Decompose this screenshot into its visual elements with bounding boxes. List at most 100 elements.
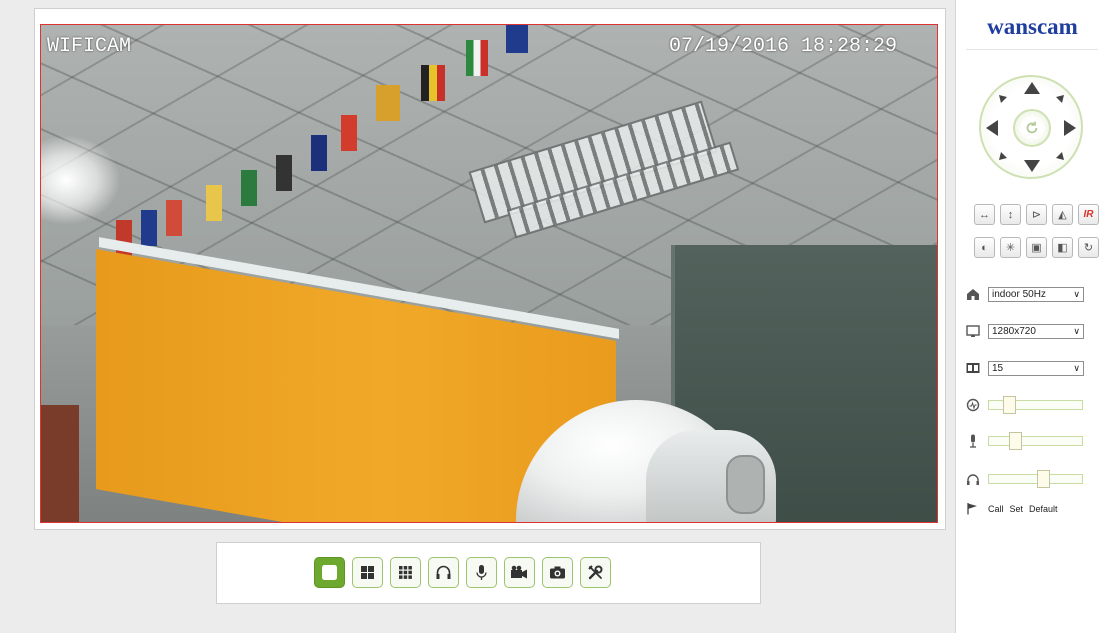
- snapshot-button[interactable]: [542, 557, 573, 588]
- preset-set-link[interactable]: Set: [1010, 504, 1024, 514]
- film-icon: [966, 361, 980, 375]
- chevron-down-icon: ∨: [1073, 288, 1080, 299]
- brightness-slider[interactable]: [988, 396, 1083, 414]
- refresh-icon: [1026, 121, 1038, 134]
- horizontal-arrows-icon: ↔: [979, 208, 990, 221]
- reset-button[interactable]: ↻: [1078, 237, 1099, 258]
- ir-button[interactable]: IR: [1078, 204, 1099, 225]
- single-view-button[interactable]: [314, 557, 345, 588]
- mic-row: [966, 432, 1101, 450]
- chevron-down-icon: ∨: [1073, 362, 1080, 373]
- camera-icon: [550, 566, 565, 579]
- speaker-slider-thumb[interactable]: [1037, 470, 1050, 488]
- mirror-horizontal-button[interactable]: ↔: [974, 204, 995, 225]
- ptz-up-left-arrow[interactable]: [998, 94, 1008, 104]
- grid-9-icon: [399, 566, 412, 579]
- home-icon: [966, 287, 980, 301]
- preset-row: Call Set Default: [966, 502, 1058, 515]
- fps-row: 15 ∨: [966, 359, 1101, 377]
- ptz-up-arrow[interactable]: [1023, 81, 1041, 95]
- video-flag: [421, 65, 445, 101]
- fps-select-value: 15: [992, 362, 1004, 374]
- picture-icon: ▣: [1031, 242, 1042, 254]
- reset-icon: ↻: [1083, 242, 1094, 254]
- gauge-icon: [966, 398, 980, 412]
- settings-button[interactable]: [580, 557, 611, 588]
- patrol-icon: ⊳: [1031, 209, 1042, 221]
- vertical-arrows-icon: ↕: [1007, 208, 1014, 221]
- mode-select[interactable]: indoor 50Hz ∨: [988, 286, 1084, 302]
- four-view-button[interactable]: [352, 557, 383, 588]
- ptz-left-arrow[interactable]: [985, 119, 999, 137]
- video-flag: [141, 210, 157, 246]
- mirror-icon: ◭: [1058, 209, 1067, 221]
- image-controls-row-2: ◐ ✳ ▣ ◧ ↻: [974, 237, 1099, 258]
- image-controls-row-1: ↔ ↕ ⊳ ◭ IR: [974, 204, 1099, 225]
- speaker-row: [966, 470, 1101, 488]
- flag-icon: [967, 503, 977, 515]
- mic-volume-slider[interactable]: [988, 432, 1083, 450]
- speaker-volume-slider[interactable]: [988, 470, 1083, 488]
- video-flag: [276, 155, 292, 191]
- video-flag: [241, 170, 257, 206]
- headphones-icon: [966, 472, 980, 486]
- live-video[interactable]: WIFICAM 07/19/2016 18:28:29: [40, 24, 938, 523]
- mirror-button[interactable]: ◭: [1052, 204, 1073, 225]
- ir-label: IR: [1083, 209, 1094, 220]
- mode-select-value: indoor 50Hz: [992, 288, 1046, 300]
- ptz-right-arrow[interactable]: [1063, 119, 1077, 137]
- nine-view-button[interactable]: [390, 557, 421, 588]
- resolution-select-value: 1280x720: [992, 325, 1036, 337]
- video-light: [41, 135, 121, 225]
- resolution-row: 1280x720 ∨: [966, 322, 1101, 340]
- ptz-control: [979, 75, 1083, 179]
- saturation-icon: ◧: [1057, 242, 1068, 254]
- microphone-icon: [476, 565, 487, 580]
- monitor-icon: [966, 324, 980, 338]
- osd-datetime: 07/19/2016 18:28:29: [668, 35, 897, 58]
- talk-button[interactable]: [466, 557, 497, 588]
- control-sidebar: wanscam ↔ ↕ ⊳ ◭ IR ◐ ✳ ▣ ◧ ↻ indoor 50Hz…: [955, 0, 1108, 633]
- preset-default-link[interactable]: Default: [1029, 504, 1058, 514]
- ptz-down-arrow[interactable]: [1023, 159, 1041, 173]
- video-camera-icon: [511, 565, 527, 579]
- saturation-button[interactable]: ◧: [1052, 237, 1073, 258]
- mode-row: indoor 50Hz ∨: [966, 285, 1101, 303]
- contrast-button[interactable]: ◐: [974, 237, 995, 258]
- tools-icon: [588, 565, 603, 580]
- record-button[interactable]: [504, 557, 535, 588]
- osd-camera-name: WIFICAM: [47, 35, 132, 58]
- video-flag: [166, 200, 182, 236]
- headphones-icon: [436, 565, 451, 579]
- sun-icon: ✳: [1005, 242, 1016, 254]
- fps-select[interactable]: 15 ∨: [988, 360, 1084, 376]
- audio-button[interactable]: [428, 557, 459, 588]
- view-toolbar: [216, 542, 761, 604]
- flip-vertical-button[interactable]: ↕: [1000, 204, 1021, 225]
- ptz-down-right-arrow[interactable]: [1055, 151, 1065, 161]
- brightness-row: [966, 396, 1101, 414]
- microphone-icon: [966, 434, 980, 448]
- mic-slider-thumb[interactable]: [1009, 432, 1022, 450]
- brightness-slider-thumb[interactable]: [1003, 396, 1016, 414]
- video-flag: [311, 135, 327, 171]
- video-flag: [466, 40, 488, 76]
- preset-call-link[interactable]: Call: [988, 504, 1004, 514]
- square-icon: [322, 565, 337, 580]
- ptz-center-button[interactable]: [1013, 109, 1051, 147]
- resolution-select[interactable]: 1280x720 ∨: [988, 323, 1084, 339]
- brightness-button[interactable]: ✳: [1000, 237, 1021, 258]
- patrol-button[interactable]: ⊳: [1026, 204, 1047, 225]
- grid-4-icon: [361, 566, 374, 579]
- picture-button[interactable]: ▣: [1026, 237, 1047, 258]
- contrast-icon: ◐: [981, 241, 988, 254]
- video-flag: [376, 85, 400, 121]
- video-flag: [506, 25, 528, 53]
- ptz-down-left-arrow[interactable]: [998, 151, 1008, 161]
- brand-divider: [966, 49, 1098, 50]
- video-flag: [206, 185, 222, 221]
- ptz-up-right-arrow[interactable]: [1055, 94, 1065, 104]
- video-camera-lens: [726, 455, 765, 514]
- chevron-down-icon: ∨: [1073, 325, 1080, 336]
- video-flag: [341, 115, 357, 151]
